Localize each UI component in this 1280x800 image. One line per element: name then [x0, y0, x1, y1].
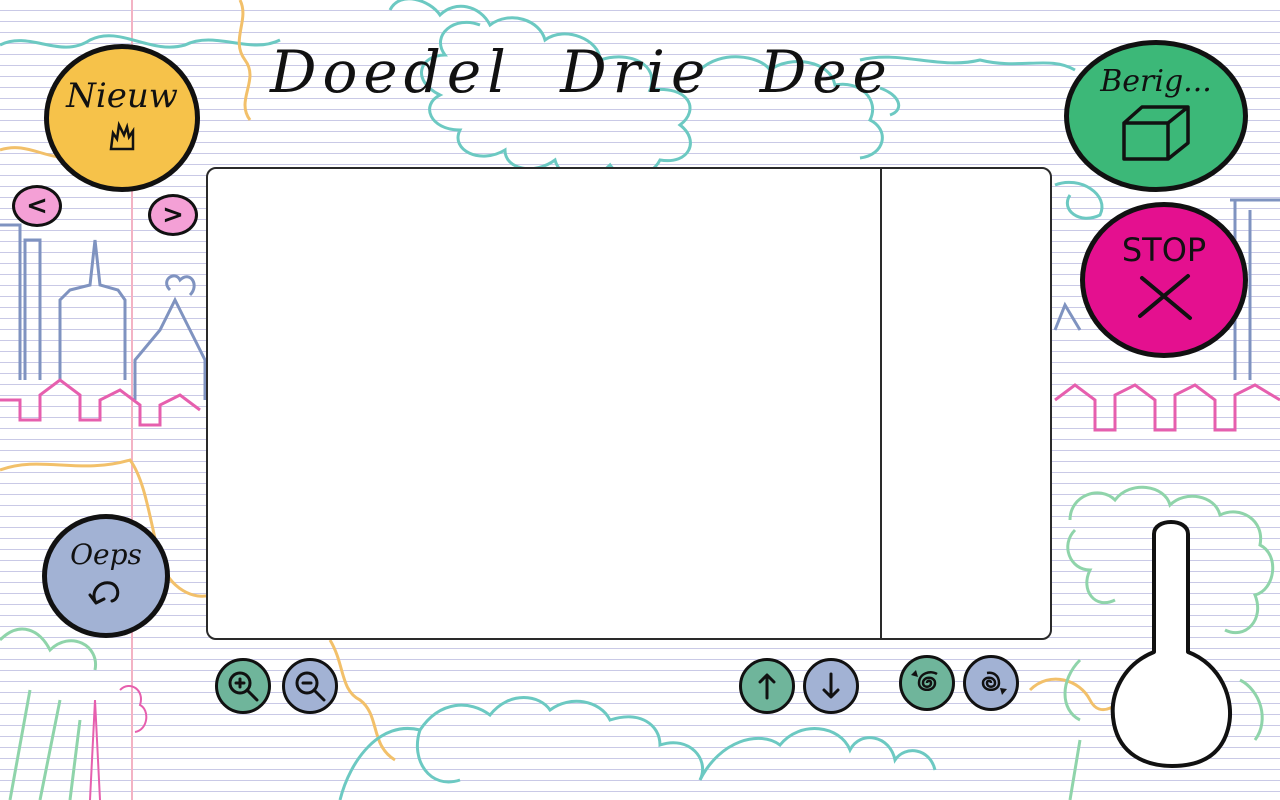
box-icon [1120, 103, 1192, 165]
chevron-left-icon: < [26, 191, 48, 221]
move-down-button[interactable] [803, 658, 859, 714]
zoom-out-button[interactable] [282, 658, 338, 714]
drawing-canvas[interactable] [208, 169, 880, 638]
save-button-label: Berig... [1100, 64, 1212, 99]
new-button[interactable]: Nieuw [44, 44, 200, 192]
chevron-right-icon: > [162, 200, 184, 230]
drawing-panel [206, 167, 1052, 640]
depth-slider[interactable] [1110, 514, 1234, 770]
stop-button[interactable]: STOP [1080, 202, 1248, 358]
spiral-right-icon [981, 671, 1007, 695]
zoom-out-icon [295, 671, 326, 702]
app-title: Doedel Drie Dee [270, 38, 893, 106]
stop-button-label: STOP [1121, 231, 1207, 269]
zoom-in-icon [228, 671, 259, 702]
rotate-left-button[interactable] [899, 655, 955, 711]
undo-icon [86, 575, 126, 611]
save-button[interactable]: Berig... [1064, 40, 1248, 192]
arrow-down-icon [822, 672, 840, 699]
spiral-left-icon [911, 670, 938, 691]
next-button[interactable]: > [148, 194, 198, 236]
fire-icon [105, 119, 139, 157]
new-button-label: Nieuw [66, 76, 178, 116]
profile-canvas[interactable] [882, 169, 1050, 638]
undo-button[interactable]: Oeps [42, 514, 170, 638]
x-icon [1134, 272, 1194, 326]
zoom-in-button[interactable] [215, 658, 271, 714]
rotate-right-button[interactable] [963, 655, 1019, 711]
undo-button-label: Oeps [70, 538, 142, 571]
prev-button[interactable]: < [12, 185, 62, 227]
arrow-up-icon [758, 673, 776, 700]
move-up-button[interactable] [739, 658, 795, 714]
